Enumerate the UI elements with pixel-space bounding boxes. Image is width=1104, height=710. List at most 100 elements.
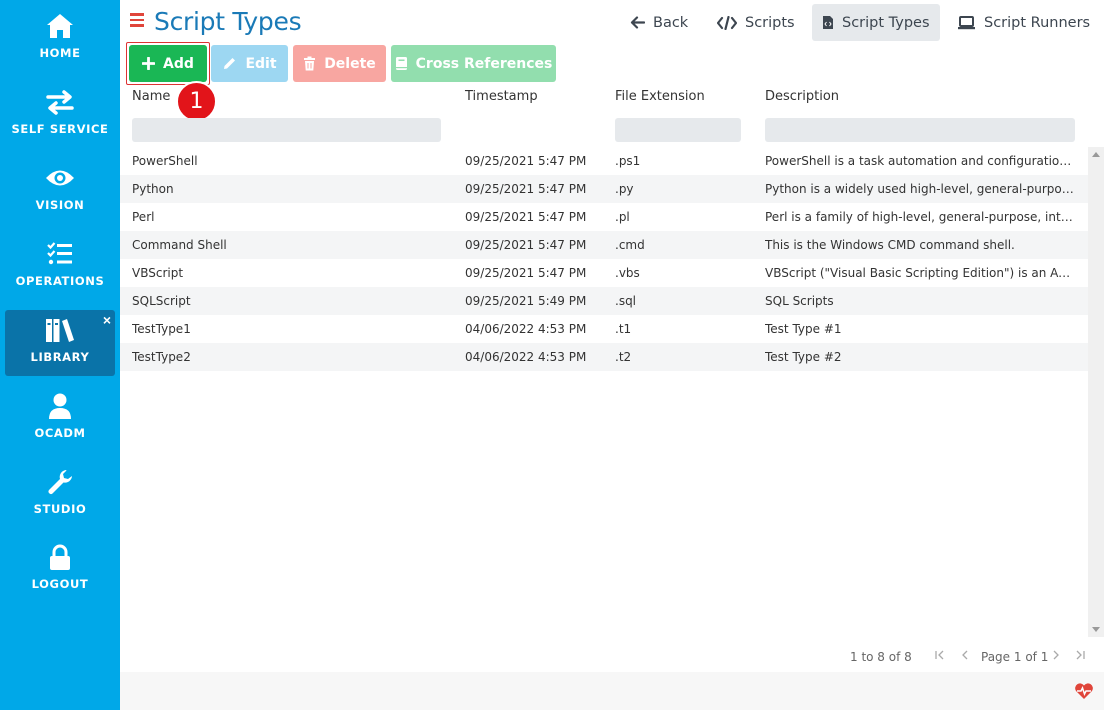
sidebar-item-label: OCADM <box>34 426 86 440</box>
cell-timestamp: 04/06/2022 4:53 PM <box>465 322 587 336</box>
filter-description-input[interactable] <box>765 118 1075 142</box>
cell-description: SQL Scripts <box>765 294 834 308</box>
last-page-button[interactable] <box>1074 649 1086 664</box>
books-icon <box>5 314 115 346</box>
script-types-label: Script Types <box>842 14 930 31</box>
column-header-file-extension[interactable]: File Extension <box>615 89 705 104</box>
next-page-button[interactable] <box>1050 649 1062 664</box>
add-label: Add <box>163 55 194 72</box>
cell-extension: .py <box>615 182 634 196</box>
sidebar-item-vision[interactable]: VISION <box>5 158 115 224</box>
cell-name: Command Shell <box>132 238 227 252</box>
cell-description: Test Type #1 <box>765 322 842 336</box>
pager-page: Page 1 of 1 <box>981 650 1049 664</box>
table-row[interactable]: SQLScript 09/25/2021 5:49 PM .sql SQL Sc… <box>120 287 1088 315</box>
step-badge: 1 <box>176 81 217 122</box>
script-runners-button[interactable]: Script Runners <box>947 4 1100 41</box>
table-row[interactable]: VBScript 09/25/2021 5:47 PM .vbs VBScrip… <box>120 259 1088 287</box>
sidebar-item-label: STUDIO <box>33 502 87 516</box>
cell-name: TestType1 <box>132 322 191 336</box>
hamburger-menu-icon[interactable] <box>130 13 144 27</box>
grid-body: PowerShell 09/25/2021 5:47 PM .ps1 Power… <box>120 147 1088 637</box>
arrow-left-icon <box>630 16 645 29</box>
cell-timestamp: 09/25/2021 5:49 PM <box>465 294 587 308</box>
sidebar-item-library[interactable]: × LIBRARY <box>5 310 115 376</box>
first-page-button[interactable] <box>934 649 946 664</box>
pager-count: 1 to 8 of 8 <box>850 650 912 664</box>
file-code-icon <box>823 16 833 29</box>
scripts-label: Scripts <box>745 14 795 31</box>
table-row[interactable]: Perl 09/25/2021 5:47 PM .pl Perl is a fa… <box>120 203 1088 231</box>
lock-icon <box>5 541 115 573</box>
sidebar-item-label: LOGOUT <box>31 577 89 591</box>
scripts-button[interactable]: Scripts <box>707 4 805 41</box>
scroll-up-icon[interactable] <box>1092 152 1100 157</box>
filter-name-input[interactable] <box>132 118 441 142</box>
sidebar-item-studio[interactable]: STUDIO <box>5 462 115 528</box>
sidebar-item-logout[interactable]: LOGOUT <box>5 537 115 603</box>
page-title: Script Types <box>154 7 302 36</box>
cell-description: VBScript ("Visual Basic Scripting Editio… <box>765 266 1075 280</box>
cell-extension: .sql <box>615 294 637 308</box>
sidebar-item-label: SELF SERVICE <box>11 122 109 136</box>
table-row[interactable]: TestType2 04/06/2022 4:53 PM .t2 Test Ty… <box>120 343 1088 371</box>
sidebar: HOME SELF SERVICE VISION OPERATIONS × LI… <box>0 0 120 710</box>
cell-description: Test Type #2 <box>765 350 842 364</box>
cell-extension: .cmd <box>615 238 645 252</box>
eye-icon <box>5 162 115 194</box>
cell-timestamp: 09/25/2021 5:47 PM <box>465 210 587 224</box>
pencil-icon <box>224 58 236 69</box>
cell-timestamp: 04/06/2022 4:53 PM <box>465 350 587 364</box>
cell-description: Perl is a family of high-level, general-… <box>765 210 1075 224</box>
checklist-icon <box>5 238 115 270</box>
cell-name: SQLScript <box>132 294 191 308</box>
cell-description: PowerShell is a task automation and conf… <box>765 154 1075 168</box>
table-row[interactable]: Python 09/25/2021 5:47 PM .py Python is … <box>120 175 1088 203</box>
cell-description: Python is a widely used high-level, gene… <box>765 182 1075 196</box>
prev-page-button[interactable] <box>959 649 971 664</box>
sidebar-item-label: HOME <box>39 46 81 60</box>
cell-name: VBScript <box>132 266 184 280</box>
table-row[interactable]: TestType1 04/06/2022 4:53 PM .t1 Test Ty… <box>120 315 1088 343</box>
scroll-down-icon[interactable] <box>1092 627 1100 632</box>
edit-button[interactable]: Edit <box>211 45 288 82</box>
cell-name: TestType2 <box>132 350 191 364</box>
heartbeat-icon[interactable] <box>1074 682 1094 705</box>
sidebar-item-ocadm[interactable]: OCADM <box>5 386 115 452</box>
column-header-name[interactable]: Name <box>132 89 170 104</box>
sidebar-item-label: LIBRARY <box>30 350 90 364</box>
cross-references-button[interactable]: Cross References <box>391 45 556 82</box>
trash-icon <box>304 56 316 71</box>
table-row[interactable]: PowerShell 09/25/2021 5:47 PM .ps1 Power… <box>120 147 1088 175</box>
column-header-description[interactable]: Description <box>765 89 839 104</box>
cell-description: This is the Windows CMD command shell. <box>765 238 1015 252</box>
cell-timestamp: 09/25/2021 5:47 PM <box>465 266 587 280</box>
cell-name: Python <box>132 182 174 196</box>
chevron-right-icon <box>1053 650 1059 660</box>
add-button[interactable]: Add <box>129 45 207 82</box>
script-types-button[interactable]: Script Types <box>812 4 940 41</box>
sidebar-item-label: VISION <box>35 198 85 212</box>
cell-name: PowerShell <box>132 154 198 168</box>
sidebar-item-home[interactable]: HOME <box>5 6 115 72</box>
vertical-scrollbar[interactable] <box>1088 147 1104 637</box>
back-button[interactable]: Back <box>620 4 698 41</box>
first-page-icon <box>935 650 944 660</box>
sidebar-item-self-service[interactable]: SELF SERVICE <box>5 82 115 148</box>
back-label: Back <box>653 14 689 31</box>
footer-bar <box>120 672 1104 710</box>
cell-timestamp: 09/25/2021 5:47 PM <box>465 238 587 252</box>
wrench-icon <box>5 466 115 498</box>
home-icon <box>5 10 115 42</box>
delete-button[interactable]: Delete <box>293 45 386 82</box>
edit-label: Edit <box>245 55 277 72</box>
cell-extension: .pl <box>615 210 630 224</box>
cell-timestamp: 09/25/2021 5:47 PM <box>465 154 587 168</box>
plus-icon <box>142 57 156 70</box>
sidebar-item-operations[interactable]: OPERATIONS <box>5 234 115 300</box>
column-header-timestamp[interactable]: Timestamp <box>465 89 538 104</box>
filter-file-extension-input[interactable] <box>615 118 741 142</box>
cell-extension: .t2 <box>615 350 632 364</box>
table-row[interactable]: Command Shell 09/25/2021 5:47 PM .cmd Th… <box>120 231 1088 259</box>
laptop-icon <box>958 15 975 29</box>
